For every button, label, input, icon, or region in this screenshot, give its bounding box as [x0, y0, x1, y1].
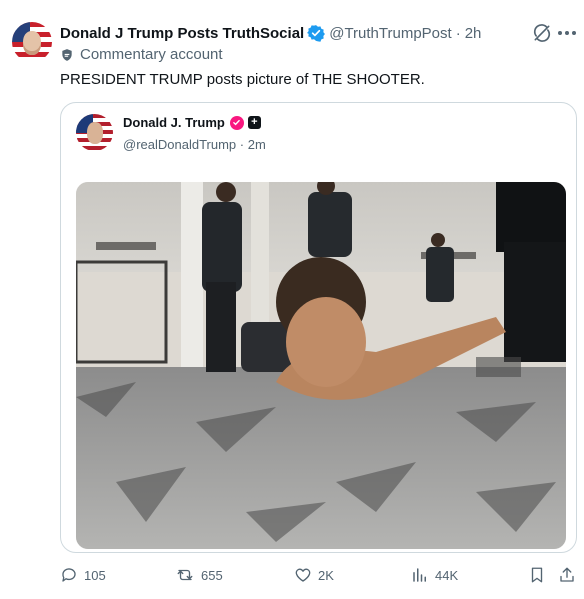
author-name[interactable]: Donald J Trump Posts TruthSocial — [60, 25, 304, 42]
bookmark-icon — [531, 567, 543, 583]
separator: · — [239, 137, 245, 152]
share-button[interactable] — [558, 566, 582, 584]
post-time[interactable]: 2h — [465, 25, 482, 42]
repost-icon — [177, 569, 193, 581]
reply-count: 105 — [84, 567, 106, 583]
author-avatar[interactable] — [12, 22, 52, 62]
verified-pink-icon — [229, 115, 244, 130]
repost-button[interactable]: 655 — [175, 566, 223, 584]
verified-icon — [307, 24, 326, 42]
post-text: PRESIDENT TRUMP posts picture of THE SHO… — [60, 71, 425, 88]
quote-handle-row: @realDonaldTrump · 2m — [123, 137, 266, 152]
views-count: 44K — [435, 567, 459, 583]
quote-author-name[interactable]: Donald J. Trump — [123, 115, 225, 130]
share-icon — [560, 567, 574, 582]
separator: · — [455, 24, 461, 42]
account-label: Commentary account — [60, 46, 223, 63]
like-button[interactable]: 2K — [294, 566, 334, 584]
more-icon[interactable] — [558, 26, 576, 40]
account-label-text: Commentary account — [80, 46, 223, 63]
quote-author-row: Donald J. Trump + — [123, 115, 261, 130]
reply-icon — [62, 568, 76, 582]
plus-badge-icon: + — [247, 116, 261, 129]
views-icon — [413, 568, 426, 582]
action-bar: 105 655 2K 44K — [0, 566, 584, 588]
views-button[interactable]: 44K — [411, 566, 458, 584]
tweet[interactable]: Donald J Trump Posts TruthSocial @TruthT… — [0, 0, 584, 599]
like-count: 2K — [318, 567, 334, 583]
quote-time[interactable]: 2m — [248, 137, 266, 152]
reply-button[interactable]: 105 — [60, 566, 106, 584]
bookmark-button[interactable] — [528, 566, 552, 584]
post-header: Donald J Trump Posts TruthSocial @TruthT… — [60, 22, 481, 44]
author-handle[interactable]: @TruthTrumpPost — [329, 25, 451, 42]
shield-icon — [62, 48, 72, 61]
quote-author-handle[interactable]: @realDonaldTrump — [123, 137, 236, 152]
repost-count: 655 — [201, 567, 223, 583]
post-image[interactable] — [76, 182, 566, 549]
quote-author-avatar[interactable] — [76, 114, 113, 151]
like-icon — [295, 568, 311, 582]
quoted-post[interactable]: Donald J. Trump + @realDonaldTrump · 2m — [60, 102, 577, 553]
grok-icon[interactable] — [532, 23, 552, 43]
